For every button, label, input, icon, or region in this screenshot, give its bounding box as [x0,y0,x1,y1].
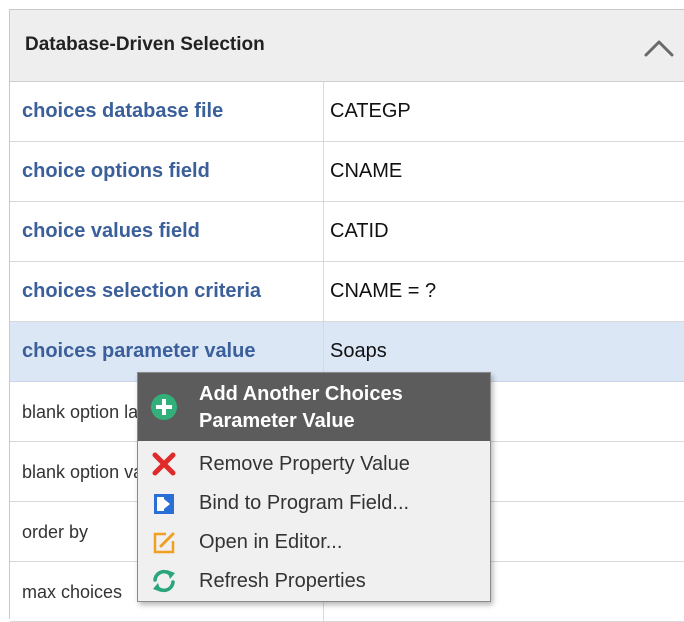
chevron-up-icon[interactable] [643,36,675,60]
menu-item-add-another-choices-parameter-value[interactable]: Add Another Choices Parameter Value [138,373,490,441]
section-header-database-driven-selection[interactable]: Database-Driven Selection [10,10,684,82]
property-row-choice-values-field[interactable]: choice values field CATID [10,202,684,262]
menu-item-open-in-editor[interactable]: Open in Editor... [138,525,490,561]
edit-pencil-icon [150,529,178,557]
menu-item-label: Bind to Program Field... [199,492,410,514]
menu-item-label-line1: Add Another Choices [199,383,403,405]
menu-item-label: Open in Editor... [199,531,343,553]
property-name: choice values field [22,220,200,242]
plus-circle-icon [150,393,178,421]
column-divider [323,202,324,261]
property-name: choices database file [22,100,224,122]
section-title: Database-Driven Selection [25,34,265,55]
property-value[interactable]: CNAME = ? [330,280,436,303]
property-row-choice-options-field[interactable]: choice options field CNAME [10,142,684,202]
refresh-icon [150,567,178,595]
property-name: max choices [22,582,123,602]
property-row-choices-database-file[interactable]: choices database file CATEGP [10,82,684,142]
property-name: choices parameter value [22,340,256,362]
context-menu: Add Another Choices Parameter Value Remo… [137,372,491,602]
menu-item-bind-to-program-field[interactable]: Bind to Program Field... [138,486,490,522]
menu-item-remove-property-value[interactable]: Remove Property Value [138,447,490,483]
property-name: order by [22,522,89,542]
column-divider [323,142,324,201]
property-row-choices-selection-criteria[interactable]: choices selection criteria CNAME = ? [10,262,684,322]
column-divider [323,262,324,321]
red-x-icon [150,450,178,478]
property-name: choice options field [22,160,210,182]
property-value[interactable]: CATID [330,220,389,243]
menu-item-label: Remove Property Value [199,453,410,475]
property-value[interactable]: Soaps [330,340,387,363]
column-divider [323,82,324,141]
menu-item-label: Refresh Properties [199,570,366,592]
bind-field-icon [150,490,178,518]
menu-item-label-line2: Parameter Value [199,410,355,432]
property-value[interactable]: CNAME [330,160,402,183]
property-value[interactable]: CATEGP [330,100,411,123]
menu-item-refresh-properties[interactable]: Refresh Properties [138,564,490,600]
property-name: choices selection criteria [22,280,262,302]
